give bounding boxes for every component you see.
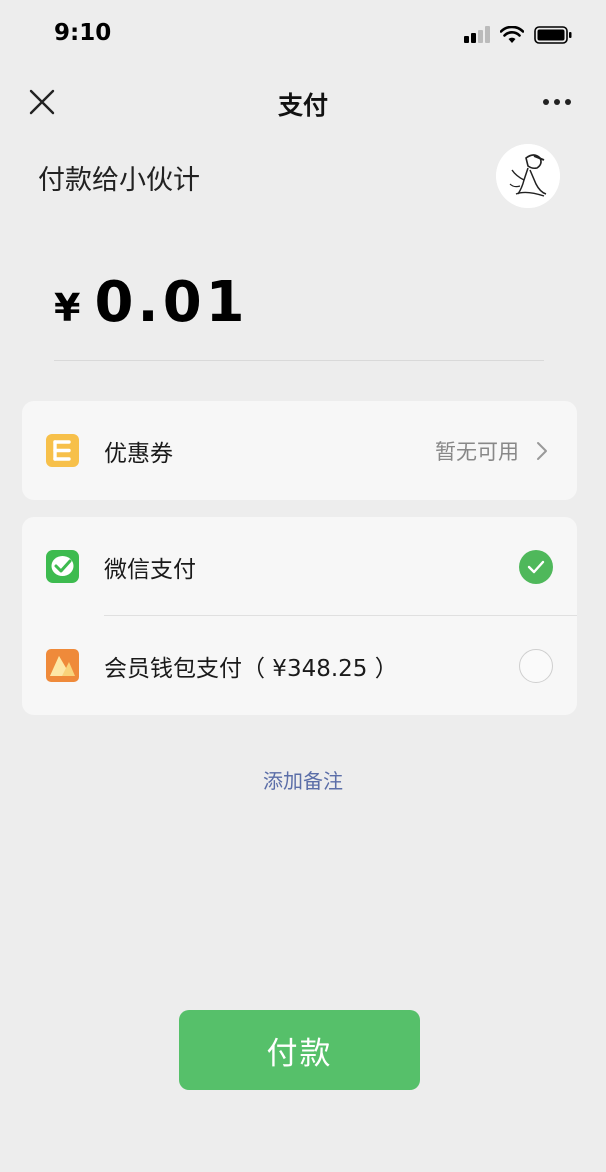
payment-methods-card: 微信支付 会员钱包支付（ ¥348.25 ）	[22, 517, 577, 715]
coupon-label: 优惠券	[104, 440, 173, 467]
payment-method-wechat[interactable]: 微信支付	[22, 517, 577, 616]
more-icon[interactable]	[542, 97, 572, 107]
payment-method-label: 会员钱包支付（ ¥348.25 ）	[104, 655, 398, 682]
unselected-radio[interactable]	[519, 648, 553, 683]
avatar	[496, 144, 560, 208]
coupon-row[interactable]: 优惠券 暂无可用	[22, 401, 577, 500]
page-title: 支付	[277, 91, 328, 120]
payment-method-wallet[interactable]: 会员钱包支付（ ¥348.25 ）	[22, 616, 577, 715]
payee-label: 付款给小伙计	[38, 165, 200, 196]
signal-icon	[464, 26, 490, 43]
status-bar: 9:10	[0, 0, 606, 66]
coupon-status: 暂无可用	[435, 439, 519, 464]
status-icons	[464, 24, 572, 46]
wifi-icon	[500, 26, 524, 43]
battery-icon	[534, 26, 572, 44]
selected-radio[interactable]	[519, 549, 553, 584]
add-note-link[interactable]: 添加备注	[0, 765, 606, 794]
check-icon	[527, 560, 545, 573]
nav-bar: 支付	[0, 72, 606, 132]
amount-value: 0.01	[94, 270, 249, 335]
wallet-icon	[46, 649, 79, 682]
chevron-right-icon	[537, 441, 547, 460]
wechat-pay-icon	[46, 550, 79, 583]
amount-currency: ¥	[54, 286, 81, 330]
amount-display: ¥ 0.01	[54, 270, 249, 335]
payment-method-label: 微信支付	[104, 556, 196, 583]
pay-button[interactable]: 付款	[179, 1010, 420, 1090]
status-time: 9:10	[54, 20, 112, 46]
coupon-icon	[46, 434, 79, 467]
amount-divider	[54, 360, 544, 361]
coupon-card: 优惠券 暂无可用	[22, 401, 577, 500]
